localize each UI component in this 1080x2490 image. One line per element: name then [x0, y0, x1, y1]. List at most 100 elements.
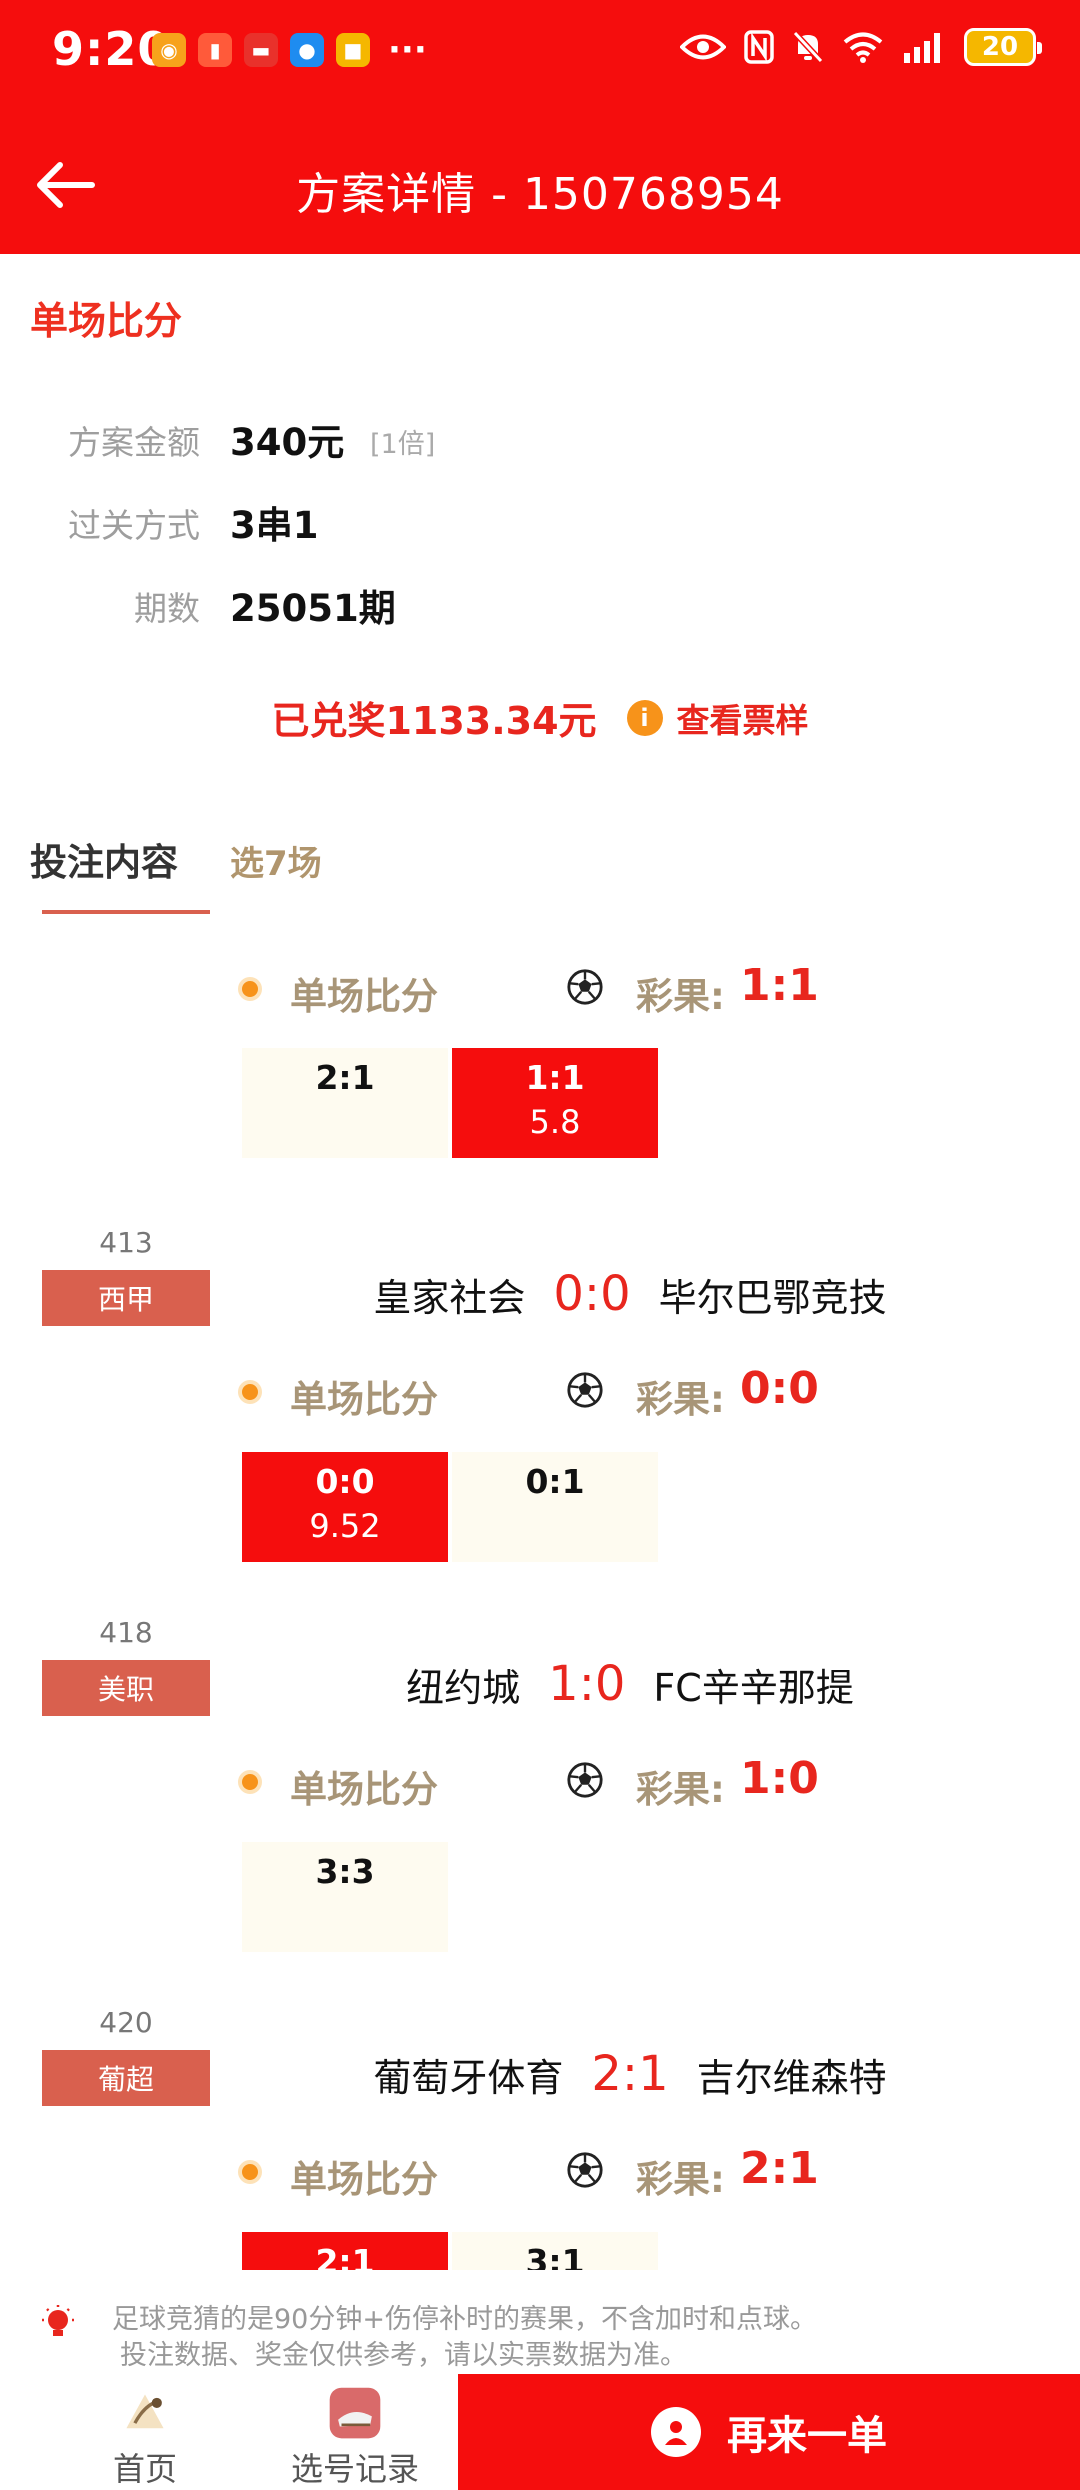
play-name: 单场比分 — [290, 1768, 438, 1811]
league-badge: 西甲 — [42, 1270, 210, 1326]
tab-records-label: 选号记录 — [290, 2450, 419, 2488]
match-number: 418 — [99, 1616, 153, 1649]
team-line: 葡萄牙体育 2:1 吉尔维森特 — [230, 2044, 1030, 2104]
prize-amount: 已兑奖1133.34元 — [271, 699, 597, 743]
football-icon — [567, 1762, 603, 1798]
period-value: 25051期 — [230, 587, 396, 630]
home-icon — [126, 2394, 164, 2429]
signal-icon — [904, 33, 940, 63]
record-icon — [329, 2387, 381, 2439]
league-badge: 美职 — [42, 1660, 210, 1716]
result-value: 1:0 — [740, 1753, 819, 1804]
score-option-selected: 2:1 — [242, 2232, 448, 2270]
home-team: 纽约城 — [406, 1665, 521, 1710]
period-row: 期数 25051期 — [30, 578, 1050, 638]
play-bullet-icon — [238, 1770, 262, 1794]
user-pin-icon — [651, 2407, 701, 2457]
eye-icon — [680, 34, 726, 60]
league-badge: 葡超 — [42, 2050, 210, 2106]
tab-records[interactable]: 选号记录 — [270, 2374, 440, 2490]
play-name: 单场比分 — [290, 975, 438, 1018]
option-score: 2:1 — [315, 1058, 375, 1097]
notice-line-2: 投注数据、奖金仅供参考，请以实票数据为准。 — [120, 2340, 687, 2371]
tab-home[interactable]: 首页 — [80, 2374, 210, 2490]
top-bar: 9:20 ◉ ▮ ▬ ● ■ ··· 20 方案详情 - 150768954 — [0, 0, 1080, 254]
away-team: FC辛辛那提 — [653, 1665, 854, 1710]
final-score: 2:1 — [591, 2046, 669, 2102]
match-list[interactable]: 法甲 单场比分 彩果: 1:1 2:1 1:1 5.8 413 西甲 皇家社会 … — [0, 910, 1080, 2270]
home-team: 葡萄牙体育 — [373, 2055, 564, 2100]
result-label: 彩果: — [636, 975, 725, 1018]
score-option: 2:1 — [242, 1048, 448, 1158]
play-name: 单场比分 — [290, 2158, 438, 2201]
option-score: 0:1 — [525, 1462, 585, 1501]
more-notifications: ··· — [388, 30, 427, 70]
wifi-icon — [843, 32, 883, 63]
info-icon: i — [626, 699, 663, 736]
score-option: 3:1 — [452, 2232, 658, 2270]
battery-indicator: 20 — [964, 28, 1042, 66]
multiple-badge: [1倍] — [370, 429, 436, 460]
app-icon-1: ◉ — [152, 33, 186, 67]
pass-label: 过关方式 — [68, 506, 200, 545]
match-card: 418 美职 纽约城 1:0 FC辛辛那提 单场比分 彩果: 1:0 3:3 — [0, 1616, 1080, 2006]
team-line: 纽约城 1:0 FC辛辛那提 — [230, 1654, 1030, 1714]
match-number: 420 — [99, 2006, 153, 2039]
league-badge: 法甲 — [42, 910, 210, 914]
system-icons: 20 — [680, 28, 1042, 66]
match-card: 413 西甲 皇家社会 0:0 毕尔巴鄂竞技 单场比分 彩果: 0:0 0:0 … — [0, 1226, 1080, 1616]
score-option: 0:1 — [452, 1452, 658, 1562]
football-icon — [567, 1372, 603, 1408]
status-bar: 9:20 ◉ ▮ ▬ ● ■ ··· 20 — [0, 0, 1080, 104]
result-value: 2:1 — [740, 2143, 819, 2194]
result-value: 1:1 — [740, 960, 819, 1011]
buy-again-button[interactable]: 再来一单 — [458, 2374, 1080, 2490]
home-team: 皇家社会 — [373, 1275, 526, 1320]
period-label: 期数 — [134, 589, 200, 628]
option-score: 3:3 — [315, 1852, 375, 1891]
away-team: 吉尔维森特 — [696, 2055, 887, 2100]
app-icon-3: ▬ — [244, 33, 278, 67]
pass-row: 过关方式 3串1 — [30, 495, 1050, 555]
pass-value: 3串1 — [230, 504, 319, 547]
amount-label: 方案金额 — [68, 423, 200, 462]
result-label: 彩果: — [636, 2158, 725, 2201]
option-score: 2:1 — [315, 2242, 375, 2270]
result-value: 0:0 — [740, 1363, 819, 1414]
app-icon-2: ▮ — [198, 33, 232, 67]
match-number: 413 — [99, 1226, 153, 1259]
final-score: 0:0 — [553, 1266, 631, 1322]
bet-count: 选7场 — [230, 844, 322, 884]
result-label: 彩果: — [636, 1768, 725, 1811]
play-bullet-icon — [238, 2160, 262, 2184]
notice-line-1: 足球竞猜的是90分钟+伤停补时的赛果，不含加时和点球。 — [112, 2304, 817, 2335]
football-icon — [567, 2152, 603, 2188]
play-bullet-icon — [238, 977, 262, 1001]
option-odds: 5.8 — [529, 1103, 581, 1141]
play-name: 单场比分 — [290, 1378, 438, 1421]
message-icon: ● — [290, 33, 324, 67]
buy-again-label: 再来一单 — [727, 2413, 887, 2459]
prize-row: 已兑奖1133.34元 i 查看票样 — [0, 690, 1080, 745]
match-card: 法甲 单场比分 彩果: 1:1 2:1 1:1 5.8 — [0, 910, 1080, 1188]
mute-icon — [792, 30, 824, 64]
score-option-selected: 1:1 5.8 — [452, 1048, 658, 1158]
view-ticket-link[interactable]: i 查看票样 — [626, 694, 809, 742]
football-icon — [567, 969, 603, 1005]
nfc-icon — [744, 30, 774, 64]
team-line: 皇家社会 0:0 毕尔巴鄂竞技 — [230, 1264, 1030, 1324]
view-ticket-label: 查看票样 — [676, 700, 809, 740]
lightbulb-icon — [42, 2305, 74, 2336]
option-score: 0:0 — [315, 1462, 375, 1501]
play-type-title: 单场比分 — [30, 299, 183, 343]
play-bullet-icon — [238, 1380, 262, 1404]
match-card: 420 葡超 葡萄牙体育 2:1 吉尔维森特 单场比分 彩果: 2:1 2:1 … — [0, 2006, 1080, 2270]
option-odds: 9.52 — [309, 1507, 381, 1545]
result-label: 彩果: — [636, 1378, 725, 1421]
notification-icons: ◉ ▮ ▬ ● ■ ··· — [152, 33, 427, 67]
bet-content-heading: 投注内容 — [30, 841, 178, 884]
tab-home-label: 首页 — [112, 2450, 177, 2488]
away-team: 毕尔巴鄂竞技 — [658, 1275, 887, 1320]
option-score: 3:1 — [525, 2242, 585, 2270]
page-title: 方案详情 - 150768954 — [296, 169, 784, 220]
